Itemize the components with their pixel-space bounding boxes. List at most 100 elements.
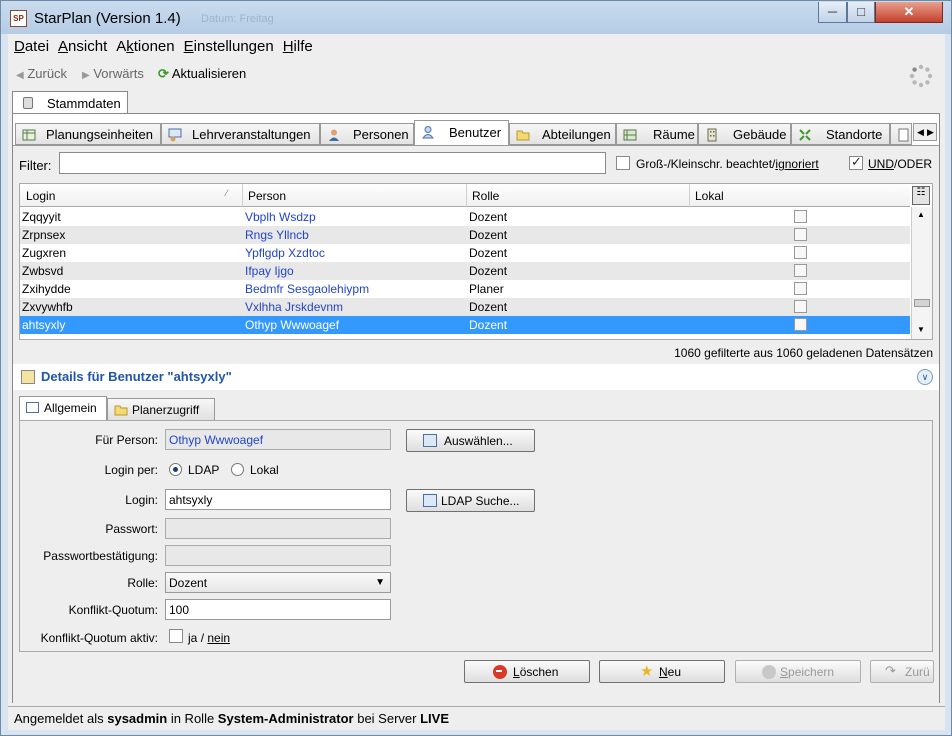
tab-raeume[interactable]: Räume (616, 123, 698, 145)
tab-stammdaten[interactable]: Stammdaten (12, 91, 128, 113)
col-person[interactable]: Person (248, 189, 286, 203)
table-row-selected[interactable]: ahtsyxly Othyp Wwwoagef Dozent (20, 316, 910, 334)
new-button[interactable]: ★ Neu (599, 660, 725, 683)
details-header: Details für Benutzer "ahtsyxly" ∨ (13, 364, 939, 390)
menu-einstellungen[interactable]: Einstellungen (184, 38, 274, 55)
login-ldap-radio[interactable] (169, 463, 182, 476)
tab-lehrveranstaltungen[interactable]: Lehrveranstaltungen (161, 123, 320, 145)
revert-button[interactable]: ↷ Zurü (870, 660, 934, 683)
forward-nav-button[interactable]: ▶ Vorwärts (82, 66, 144, 81)
col-login[interactable]: Login (26, 189, 55, 203)
room-icon (623, 129, 637, 141)
lokal-checkbox[interactable] (794, 282, 807, 295)
table-row[interactable]: Zxihydde Bedmfr Sesgaolehiypm Planer (20, 280, 910, 298)
tab-allgemein[interactable]: Allgemein (19, 396, 107, 420)
tab-planerzugriff[interactable]: Planerzugriff (107, 398, 215, 420)
edit-details-icon (21, 370, 35, 384)
menu-datei[interactable]: Datei (14, 38, 49, 55)
quota-active-checkbox[interactable] (169, 629, 183, 643)
tab-standorte[interactable]: Standorte (791, 123, 890, 145)
table-scrollbar[interactable]: ▲ ▼ (911, 207, 932, 339)
nav-toolbar: ◀ Zurück ▶ Vorwärts ⟳ Aktualisieren (8, 64, 945, 86)
app-logo-icon: SP (10, 10, 27, 27)
status-bar: Angemeldet als sysadmin in Rolle System-… (8, 706, 945, 728)
login-ldap-label: LDAP (188, 463, 220, 477)
tab-scroll-arrows: ◀ ▶ (913, 123, 937, 141)
tab-gebaeude[interactable]: Gebäude (698, 123, 791, 145)
back-nav-button[interactable]: ◀ Zurück (16, 66, 67, 81)
menu-ansicht[interactable]: Ansicht (58, 38, 107, 55)
document-icon (898, 128, 909, 142)
login-label: Login: (125, 493, 158, 507)
scroll-thumb[interactable] (914, 299, 930, 307)
col-rolle[interactable]: Rolle (472, 189, 499, 203)
tab-planungseinheiten[interactable]: Planungseinheiten (15, 123, 161, 145)
scroll-up-icon[interactable]: ▲ (917, 210, 925, 219)
table-row[interactable]: Zqqyyit Vbplh Wsdzp Dozent (20, 208, 910, 226)
menu-hilfe[interactable]: Hilfe (283, 38, 313, 55)
column-chooser-button[interactable]: ☷ (912, 186, 930, 205)
save-icon (762, 665, 776, 679)
save-button[interactable]: Speichern (735, 660, 861, 683)
lokal-checkbox[interactable] (794, 264, 807, 277)
quota-active-options: ja / nein (188, 631, 231, 645)
delete-button[interactable]: Löschen (464, 660, 590, 683)
building-icon (707, 128, 717, 142)
table-row[interactable]: Zugxren Ypflgdp Xzdtoc Dozent (20, 244, 910, 262)
users-table: Login ⁄ Person Rolle Lokal ☷ Zqqyyit Vbp… (19, 183, 933, 340)
title-bar[interactable]: SP StarPlan (Version 1.4) Datum: Freitag… (1, 1, 951, 34)
tab-overflow[interactable] (890, 123, 912, 145)
close-button[interactable]: ✕ (875, 2, 943, 23)
lokal-checkbox[interactable] (794, 228, 807, 241)
lokal-checkbox[interactable] (794, 318, 807, 331)
col-lokal[interactable]: Lokal (695, 189, 724, 203)
ldap-search-button[interactable]: LDAP Suche... (406, 489, 535, 512)
select-person-button[interactable]: Auswählen... (406, 429, 535, 452)
case-sensitive-label: Groß-/Kleinschr. beachtet/ignoriert (636, 157, 819, 171)
table-row[interactable]: Zwbsvd Ifpay Ijgo Dozent (20, 262, 910, 280)
filter-input[interactable] (59, 152, 606, 174)
column-chooser-icon: ☷ (916, 187, 926, 198)
login-field[interactable]: ahtsyxly (165, 489, 391, 510)
lokal-checkbox[interactable] (794, 246, 807, 259)
table-row[interactable]: Zrpnsex Rngs Yllncb Dozent (20, 226, 910, 244)
minimize-button[interactable]: ─ (818, 2, 847, 23)
chevron-down-icon: ▼ (375, 577, 385, 588)
delete-icon (493, 665, 507, 679)
login-lokal-radio[interactable] (231, 463, 244, 476)
refresh-button[interactable]: ⟳ Aktualisieren (158, 66, 246, 82)
password-field[interactable] (165, 518, 391, 539)
scroll-down-icon[interactable]: ▼ (917, 325, 925, 334)
quota-label: Konflikt-Quotum: (68, 603, 158, 617)
table-row[interactable]: Zxvywhfb Vxlhha Jrskdevnm Dozent (20, 298, 910, 316)
user-icon (422, 126, 434, 139)
menu-bar: Datei Ansicht Aktionen Einstellungen Hilfe (8, 38, 945, 60)
quota-field[interactable]: 100 (165, 599, 391, 620)
maximize-button[interactable]: □ (847, 2, 875, 23)
tab-scroll-right-icon[interactable]: ▶ (927, 127, 934, 138)
tab-benutzer[interactable]: Benutzer (414, 120, 509, 146)
select-list-icon (423, 434, 437, 447)
case-sensitive-checkbox[interactable] (616, 156, 630, 170)
password-confirm-label: Passwortbestätigung: (43, 549, 158, 563)
role-select[interactable]: Dozent ▼ (165, 572, 391, 593)
tab-scroll-left-icon[interactable]: ◀ (917, 127, 924, 138)
tab-abteilungen[interactable]: Abteilungen (509, 123, 616, 145)
details-title: Details für Benutzer "ahtsyxly" (41, 369, 232, 384)
loading-spinner-icon (909, 64, 933, 88)
password-confirm-field[interactable] (165, 545, 391, 566)
und-oder-checkbox[interactable]: ✓ (849, 154, 863, 170)
tab-personen[interactable]: Personen (320, 123, 414, 145)
password-label: Passwort: (105, 522, 158, 536)
record-count: 1060 gefilterte aus 1060 geladenen Daten… (674, 346, 933, 360)
client-area: Datei Ansicht Aktionen Einstellungen Hilfe ◀… (8, 34, 945, 730)
person-label: Für Person: (95, 433, 158, 447)
lokal-checkbox[interactable] (794, 210, 807, 223)
collapse-details-icon[interactable]: ∨ (917, 369, 933, 385)
folder-icon (516, 130, 530, 141)
lokal-checkbox[interactable] (794, 300, 807, 313)
login-per-label: Login per: (104, 463, 158, 477)
menu-aktionen[interactable]: Aktionen (116, 38, 174, 55)
location-icon (799, 129, 811, 141)
entity-tabs: Planungseinheiten Lehrveranstaltungen Pe… (13, 120, 939, 146)
